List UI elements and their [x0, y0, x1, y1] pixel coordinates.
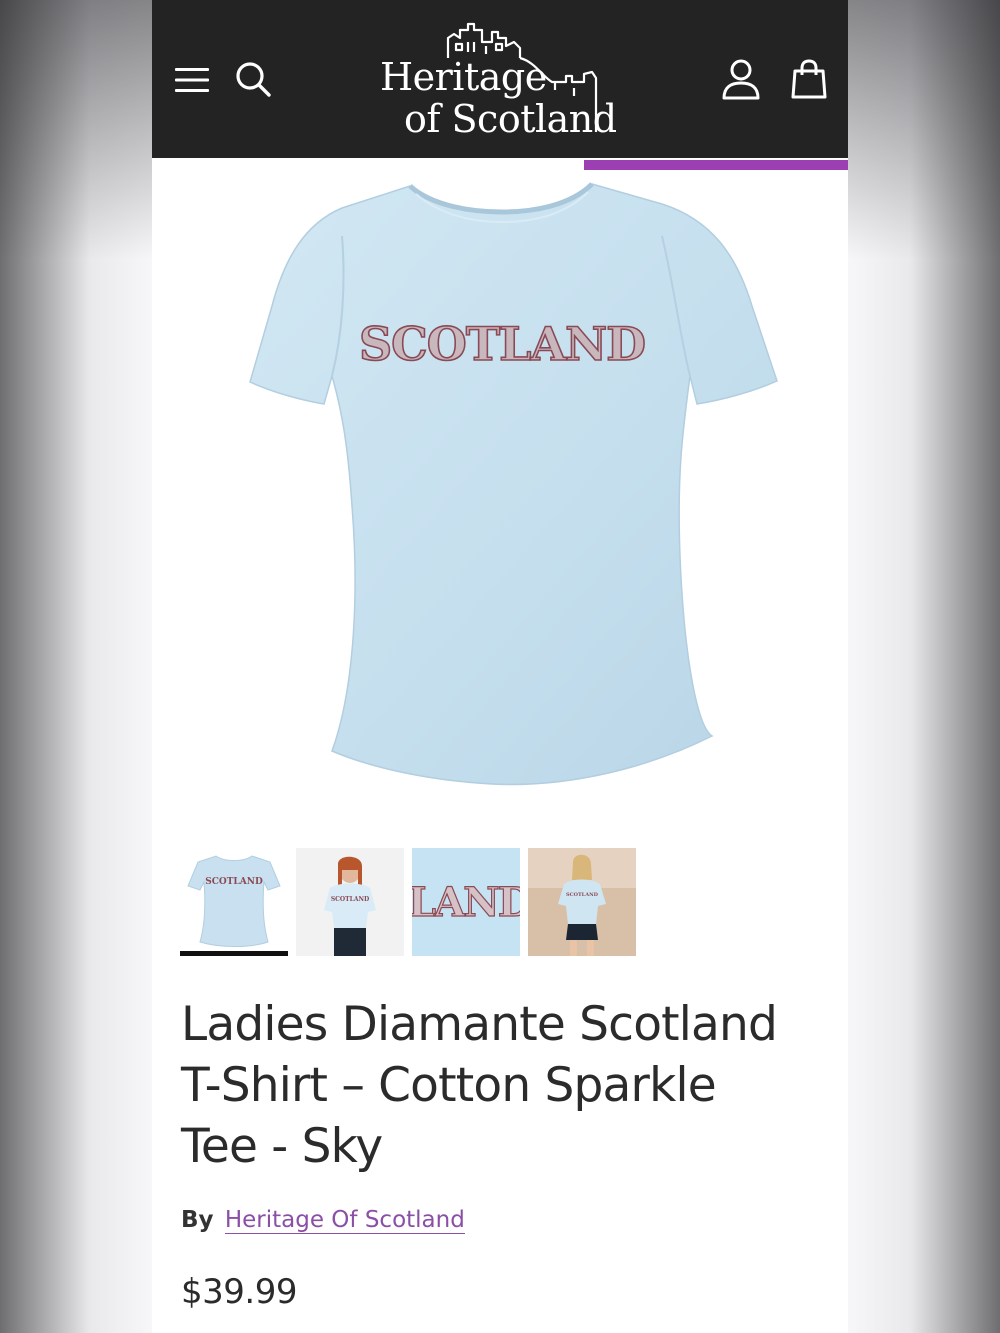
vendor-link[interactable]: Heritage Of Scotland: [224, 1207, 465, 1234]
thumbnail-print-closeup[interactable]: LAND: [412, 848, 520, 956]
menu-button[interactable]: [170, 58, 214, 102]
thumbnail-model-front-view[interactable]: SCOTLAND: [296, 848, 404, 956]
product-price: $39.99: [181, 1272, 297, 1312]
logo-text-line1: Heritage: [380, 55, 547, 99]
thumbnail-model-image: SCOTLAND: [296, 848, 404, 956]
thumbnail-print-text: SCOTLAND: [331, 896, 369, 903]
thumbnail-print-text: LAND: [412, 879, 520, 926]
tshirt-image: SCOTLAND: [249, 182, 778, 786]
by-label: By: [181, 1207, 214, 1233]
product-title: Ladies Diamante Scotland T-Shirt – Cotto…: [181, 994, 831, 1177]
promo-bar: [584, 160, 848, 170]
site-header: Heritage of Scotland: [152, 0, 848, 158]
product-page: Heritage of Scotland SCOTLAND SCOTLAND S…: [152, 0, 848, 1333]
thumbnail-print-text: SCOTLAND: [205, 877, 263, 887]
hamburger-menu-icon: [175, 68, 209, 92]
thumbnail-strip: SCOTLAND SCOTLAND LAND SCOTLAND: [180, 848, 820, 958]
account-button[interactable]: [716, 54, 766, 104]
search-icon: [236, 62, 271, 97]
thumbnail-print-text: SCOTLAND: [566, 892, 599, 898]
product-hero-image[interactable]: SCOTLAND: [192, 176, 812, 816]
logo-text-line2: of Scotland: [404, 97, 617, 141]
thumbnail-closeup-image: LAND: [412, 848, 520, 956]
thumbnail-model-lifestyle-view[interactable]: SCOTLAND: [528, 848, 636, 956]
thumbnail-tshirt-image: SCOTLAND: [187, 855, 281, 947]
product-title-line1: Ladies Diamante Scotland: [181, 997, 778, 1052]
product-title-line2: T-Shirt – Cotton Sparkle: [181, 1058, 717, 1113]
selected-thumbnail-indicator: [180, 951, 288, 956]
product-title-line3: Tee - Sky: [181, 1119, 383, 1174]
site-logo[interactable]: Heritage of Scotland: [370, 12, 630, 146]
cart-button[interactable]: [784, 54, 834, 104]
search-button[interactable]: [230, 56, 276, 102]
account-icon: [722, 59, 760, 100]
shirt-print-text: SCOTLAND: [359, 317, 645, 371]
thumbnail-front-view[interactable]: SCOTLAND: [180, 848, 288, 956]
shopping-bag-icon: [791, 59, 827, 99]
product-vendor: By Heritage Of Scotland: [181, 1207, 465, 1234]
thumbnail-lifestyle-image: SCOTLAND: [528, 848, 636, 956]
